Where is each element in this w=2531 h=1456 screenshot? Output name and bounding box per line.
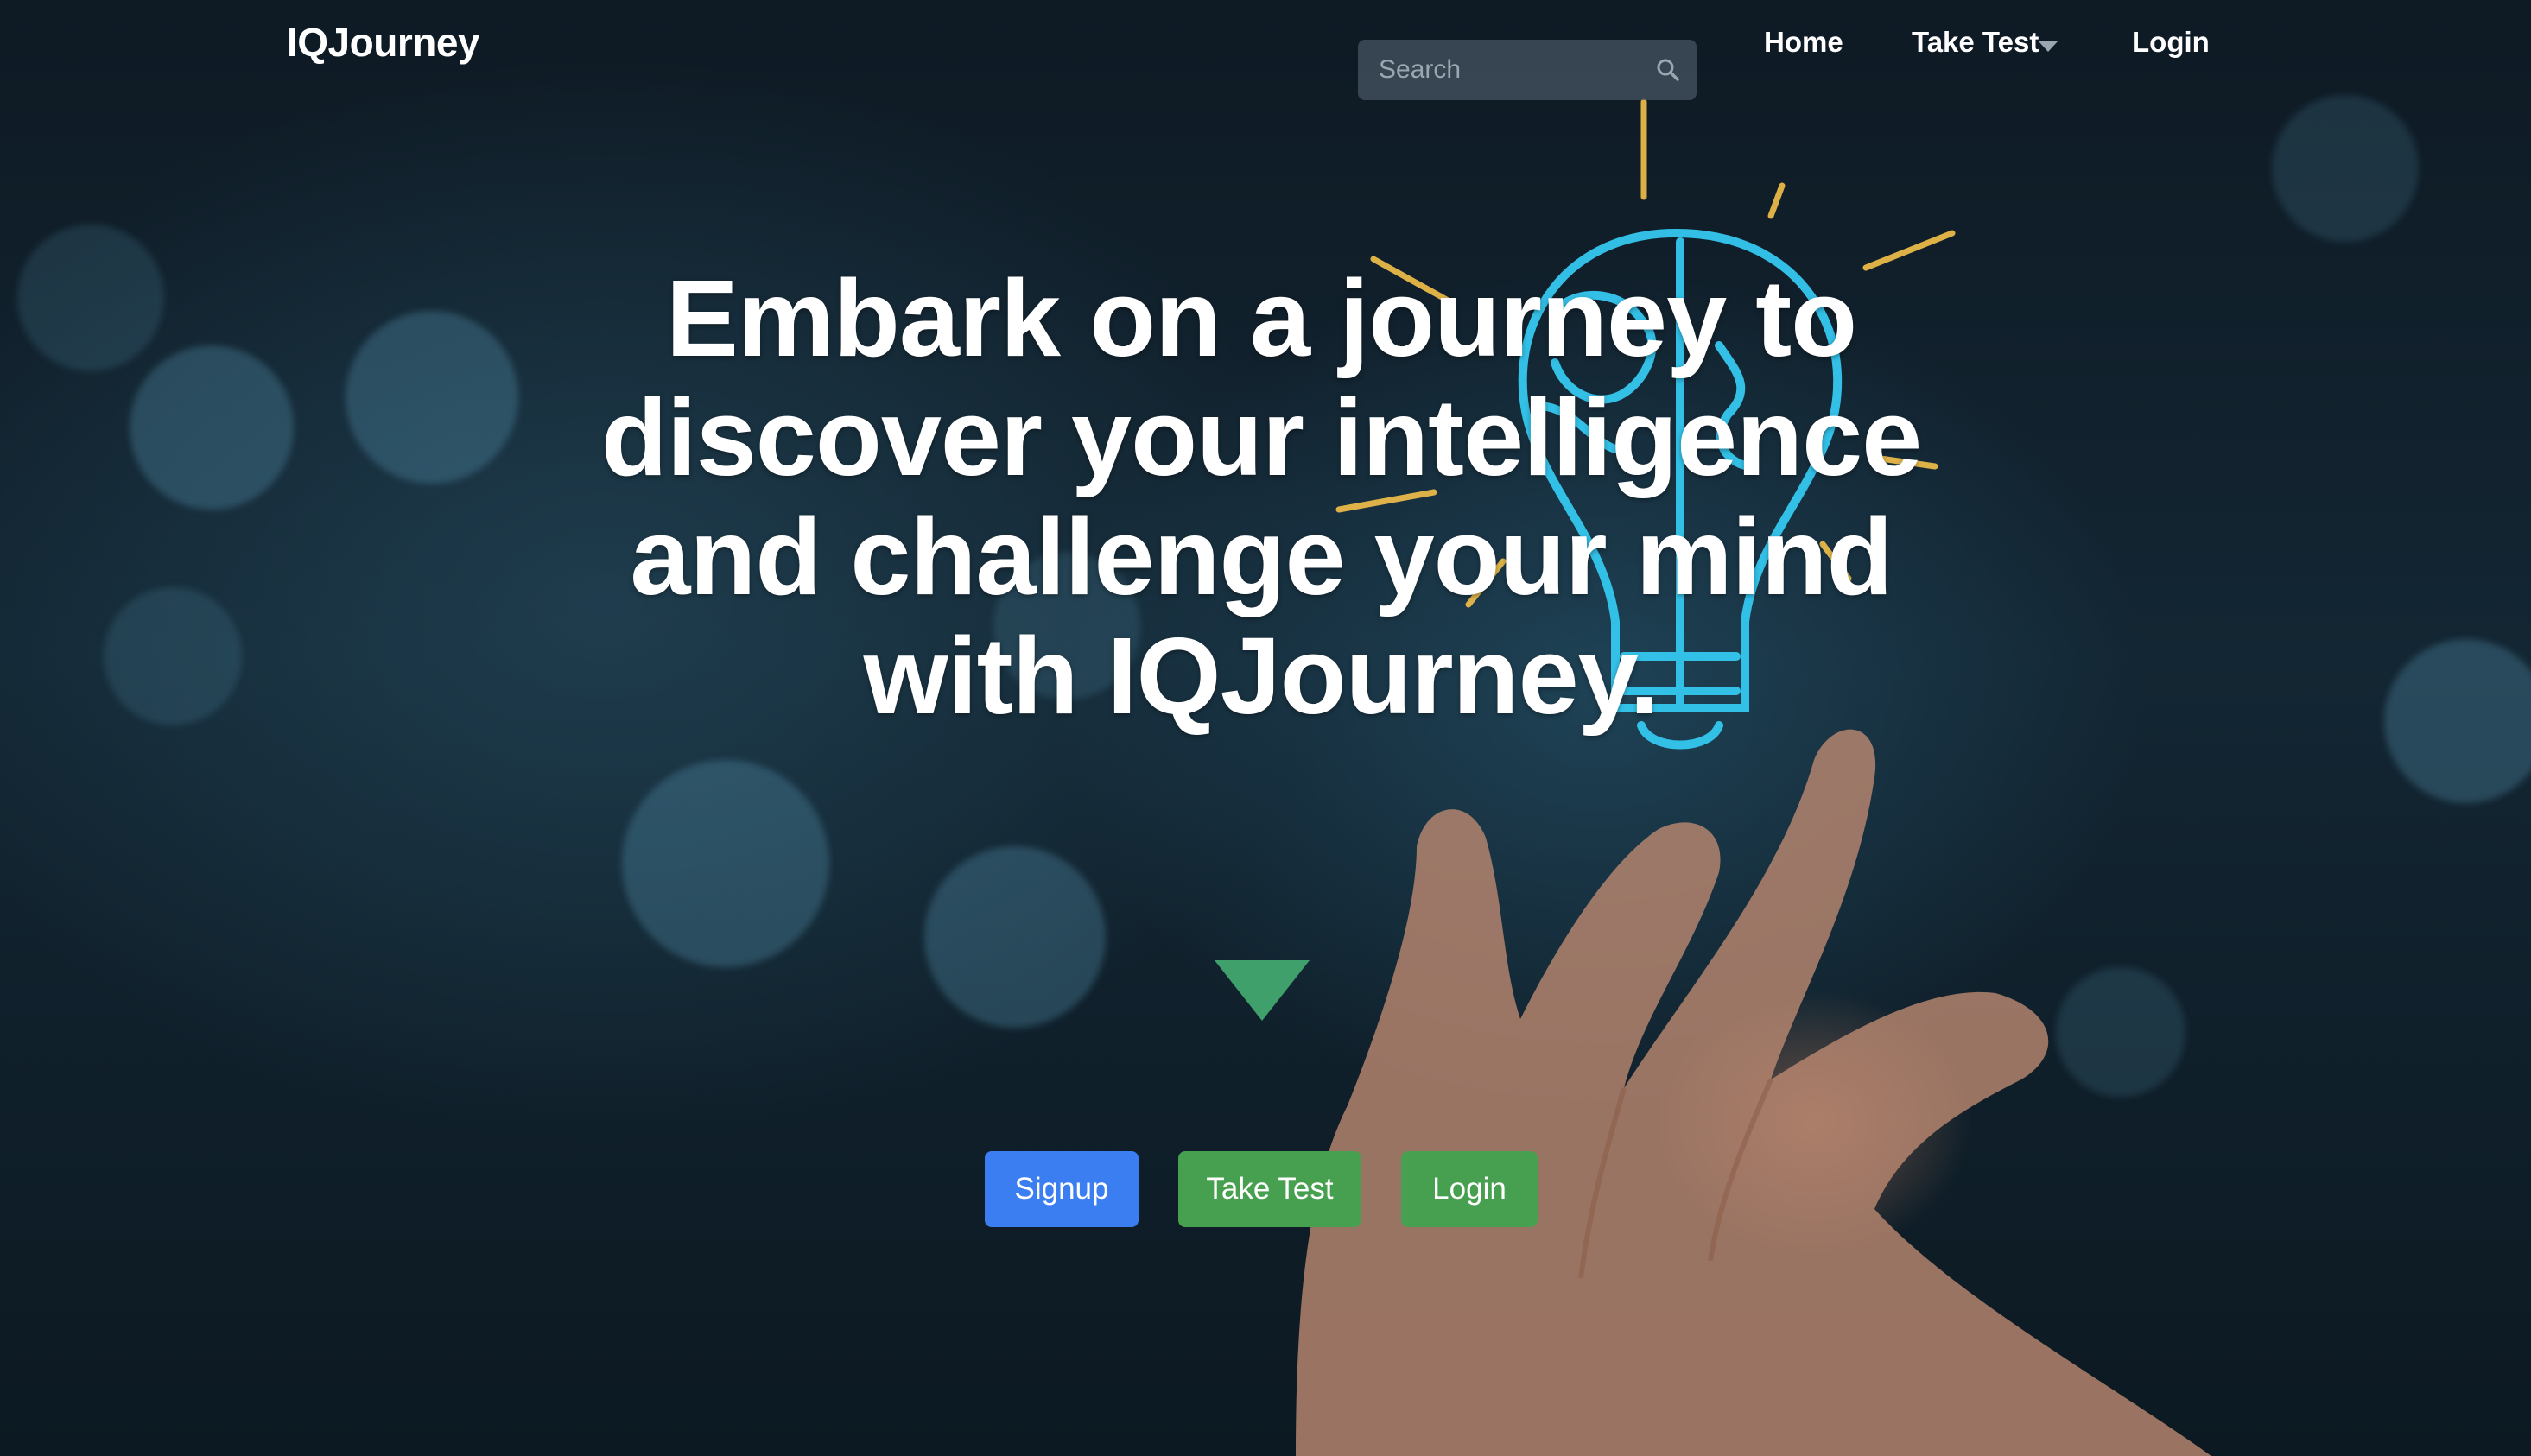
nav-login-link[interactable]: Login [2132, 26, 2210, 59]
brand-logo[interactable]: IQJourney [287, 19, 480, 66]
hero-section: IQJourney Home Take Test Login Embark on… [0, 0, 2531, 1456]
nav-take-test-dropdown[interactable]: Take Test [1912, 26, 2039, 59]
search-input[interactable] [1358, 40, 1655, 100]
signup-button[interactable]: Signup [985, 1151, 1139, 1227]
take-test-button[interactable]: Take Test [1178, 1151, 1361, 1227]
search-icon[interactable] [1655, 57, 1681, 83]
search-box [1358, 40, 1697, 100]
caret-down-icon[interactable] [2039, 41, 2058, 52]
nav-home-link[interactable]: Home [1764, 26, 1843, 59]
login-button[interactable]: Login [1401, 1151, 1538, 1227]
down-arrow-icon [1215, 960, 1310, 1021]
hero-headline: Embark on a journey to discover your int… [600, 257, 1923, 737]
